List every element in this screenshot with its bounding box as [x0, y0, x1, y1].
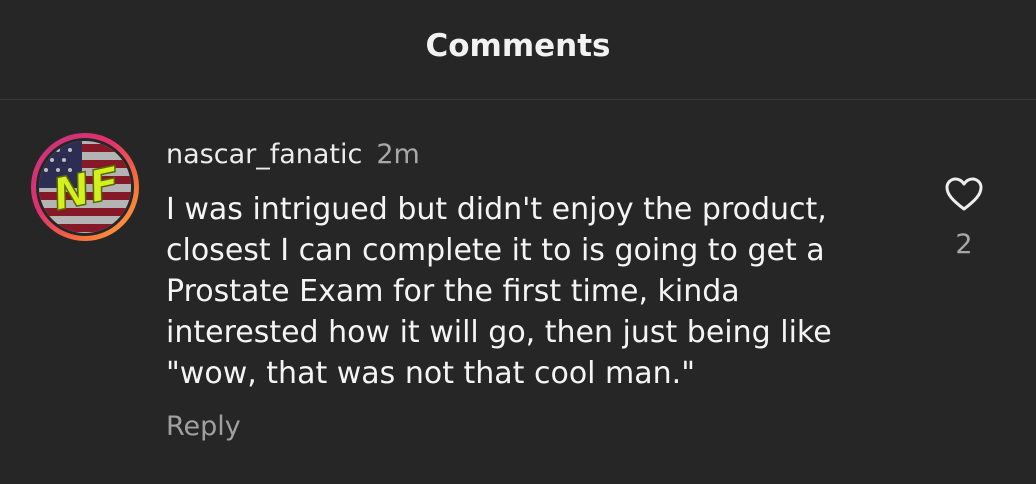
avatar-image: NF — [31, 133, 139, 241]
comments-header: Comments — [0, 0, 1036, 100]
username[interactable]: nascar_fanatic — [166, 139, 362, 170]
comment-line: interested how it will go, then just bei… — [166, 315, 832, 350]
comment-item: NF nascar_fanatic 2m I was intrigued but … — [0, 101, 1036, 484]
like-button[interactable] — [944, 175, 984, 215]
comment-meta: nascar_fanatic 2m — [166, 139, 420, 170]
timestamp: 2m — [376, 139, 420, 170]
heart-outline-icon — [945, 177, 983, 211]
like-count: 2 — [955, 229, 973, 260]
avatar[interactable]: NF — [30, 132, 140, 242]
comment-text: I was intrigued but didn't enjoy the pro… — [166, 189, 886, 394]
comment-line: "wow, that was not that cool man." — [166, 356, 695, 391]
comment-line: Prostate Exam for the first time, kinda — [166, 274, 740, 309]
page-title: Comments — [425, 28, 611, 64]
reply-button[interactable]: Reply — [166, 411, 241, 442]
comment-line: closest I can complete it to is going to… — [166, 233, 825, 268]
comment-line: I was intrigued but didn't enjoy the pro… — [166, 192, 827, 227]
